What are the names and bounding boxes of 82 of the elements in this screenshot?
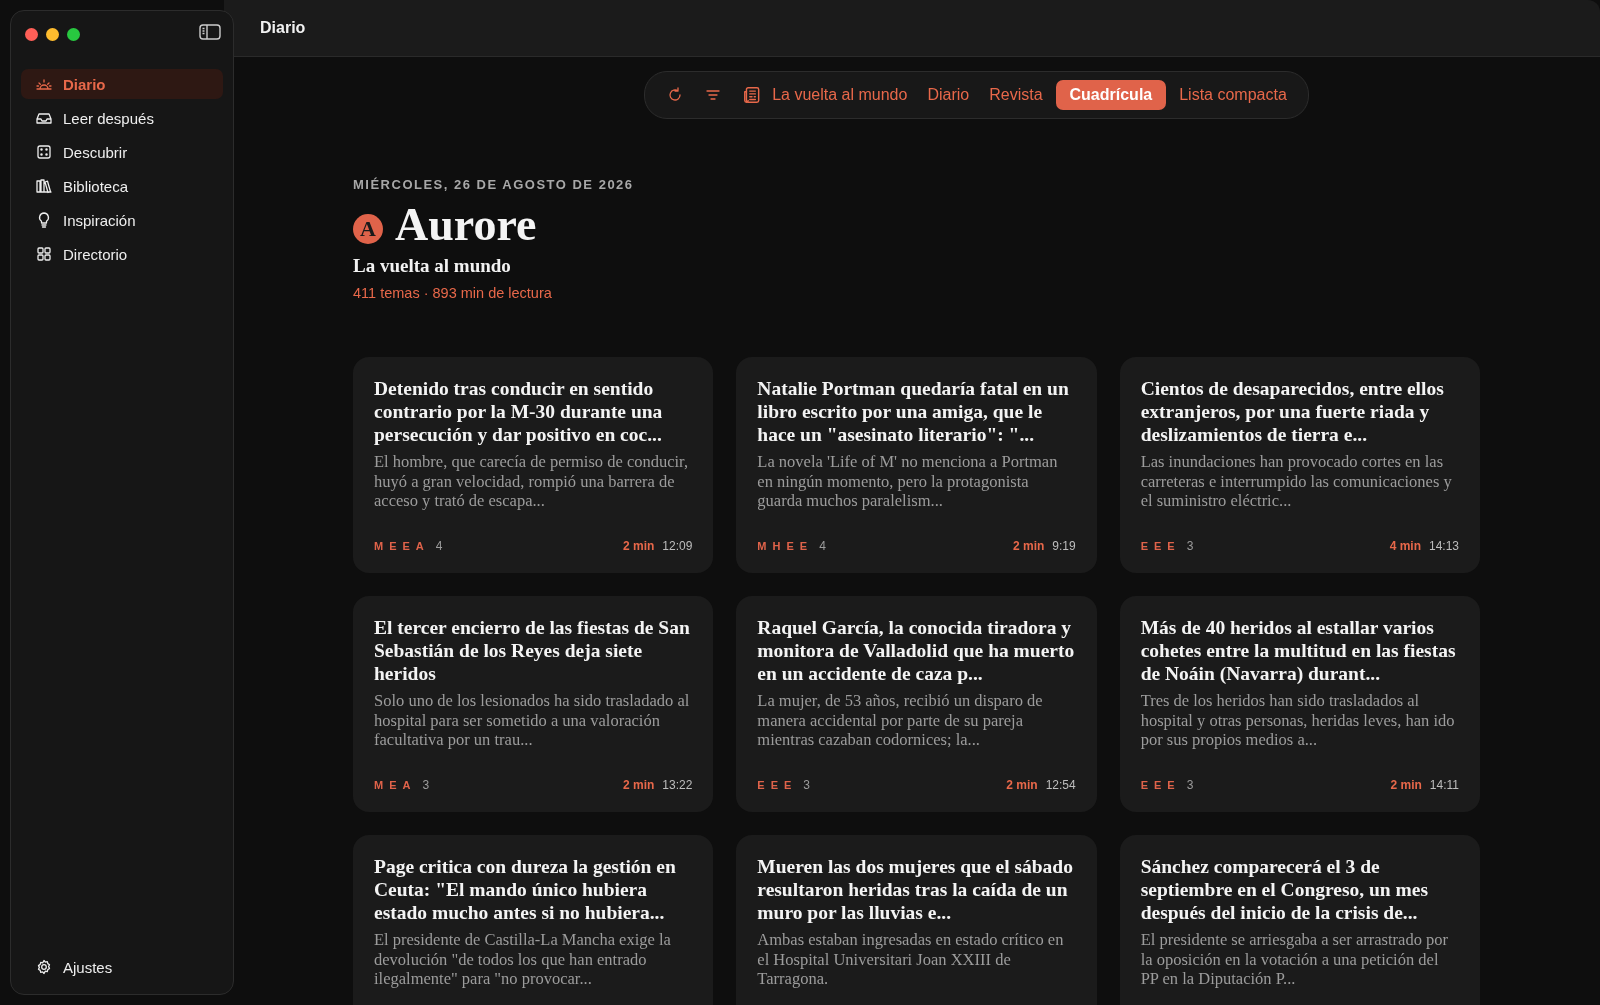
sidebar-item[interactable]: Diario (21, 69, 223, 99)
source-initial: E (799, 540, 808, 552)
dice-icon (35, 143, 53, 161)
read-time: 2 min (622, 539, 655, 553)
source-initial: E (1167, 779, 1175, 791)
brand-logo: A (353, 213, 383, 244)
article-summary: El presidente se arriesgaba a ser arrastrado por la oposición en la votación a una petición del PP en la Diputación P... (1140, 930, 1450, 989)
article-title: Mueren las dos mujeres que el sábado resultaron heridas tras la caída de un muro por las lluvias e... (757, 855, 1074, 924)
sidebar-item[interactable]: Descubrir (21, 137, 223, 167)
article-title: Page critica con dureza la gestión en Ceuta: "El mando único hubiera estado mucho antes si no hubiera... (374, 855, 677, 924)
source-initial: E (757, 779, 765, 791)
source-initial: E (1167, 540, 1175, 552)
article-summary: El hombre, que carecía de permiso de conducir, huyó a gran velocidad, rompió una barrera de acceso y trató de escapa... (374, 452, 690, 511)
source-initial: E (1140, 779, 1148, 791)
read-time: 2 min (1012, 539, 1045, 553)
article-title: Cientos de desaparecidos, entre ellos extranjeros, por una fuerte riada y deslizamientos de tierra e... (1140, 377, 1445, 446)
minimize-button[interactable] (46, 27, 59, 41)
read-time: 2 min (1390, 778, 1422, 792)
read-time: 4 min (1389, 539, 1421, 553)
source-initial: E (402, 540, 410, 552)
read-time: 2 min (622, 778, 655, 792)
publish-time: 12:09 (662, 539, 693, 553)
source-initial: A (415, 540, 424, 552)
article-title: Sánchez comparecerá el 3 de septiembre en el Congreso, un mes después del inicio de la crisis de... (1140, 855, 1430, 924)
grid-icon (35, 245, 53, 263)
sidebar-item[interactable]: Biblioteca (21, 171, 223, 201)
source-count: 4 (435, 539, 443, 553)
article-title: Más de 40 heridos al estallar varios cohetes entre la multitud en las fiestas de Noáin (Navarra) durant... (1140, 616, 1457, 685)
source-count: 3 (1186, 539, 1194, 553)
source-initial: M (757, 540, 767, 552)
source-initial: E (1154, 540, 1162, 552)
sidebar-item[interactable]: Leer después (21, 103, 223, 133)
books-icon (35, 177, 53, 195)
view-tab[interactable]: Lista compacta (1172, 82, 1294, 108)
article-summary: Las inundaciones han provocado cortes en las carreteras e interrumpido las comunicaciones y el suministro eléctric... (1140, 452, 1453, 511)
source-initial: E (786, 540, 794, 552)
article-summary: Tres de los heridos han sido trasladados al hospital y otras personas, heridas leves, han ido por sus propios medios a... (1140, 691, 1456, 750)
sidebar-toggle-icon[interactable] (199, 23, 221, 41)
window-title: Diario (260, 19, 306, 37)
source-initial: E (1154, 779, 1162, 791)
source-count: 3 (422, 778, 430, 792)
article-summary: La mujer, de 53 años, recibió un disparo de manera accidental por parte de su pareja mientras cazaban codornices; la... (757, 691, 1044, 750)
publish-time: 14:11 (1429, 778, 1459, 792)
zoom-button[interactable] (67, 27, 80, 41)
view-tab[interactable]: Diario (920, 82, 977, 108)
publish-time: 9:19 (1052, 539, 1076, 553)
settings-icon (35, 958, 53, 976)
feed-button[interactable]: La vuelta al mundo (735, 81, 915, 109)
article-title: Detenido tras conducir en sentido contrario por la M-30 durante una persecución y dar positivo en coc... (374, 377, 664, 446)
settings-item[interactable]: Ajustes (21, 952, 127, 982)
source-initial: H (772, 540, 781, 552)
publish-time: 12:54 (1045, 778, 1076, 792)
source-initial: A (402, 779, 411, 791)
article-summary: Ambas estaban ingresadas en estado crítico en el Hospital Universitari Joan XXIII de Tarragona. (757, 930, 1065, 989)
view-tab[interactable]: Revista (982, 82, 1050, 108)
read-time: 2 min (1006, 778, 1038, 792)
source-count: 3 (1186, 778, 1194, 792)
source-count: 4 (819, 539, 826, 553)
article-title: El tercer encierro de las fiestas de San Sebastián de los Reyes deja siete heridos (374, 616, 691, 685)
publish-time: 13:22 (662, 778, 693, 792)
article-title: Natalie Portman quedaría fatal en un libro escrito por una amiga, que le hace un "asesinato literario": "... (757, 377, 1070, 446)
close-button[interactable] (25, 27, 38, 41)
source-initial: E (389, 540, 397, 552)
source-initial: E (389, 779, 397, 791)
date-label: MIÉRCOLES, 26 DE AGOSTO DE 2026 (353, 177, 635, 192)
sidebar-item[interactable]: Directorio (21, 239, 223, 269)
article-summary: El presidente de Castilla-La Mancha exige la devolución "de todos los que han entrado ilegalmente" para "no provocar... (374, 930, 672, 989)
article-summary: La novela 'Life of M' no menciona a Portman en ningún momento, pero la protagonista guarda muchos paralelism... (757, 452, 1059, 511)
feed-stats: 411 temas · 893 min de lectura (353, 285, 553, 301)
feed-title: La vuelta al mundo (353, 255, 512, 277)
article-card[interactable]: Mueren las dos mujeres que el sábado resultaron heridas tras la caída de un muro por las lluvias e... Ambas estaban ingresadas en estado crítico en el Hospital Universitari Joan XXIII de Tarragona. (736, 835, 1097, 1005)
source-initial: M (374, 540, 384, 552)
brand-title: Aurore (395, 198, 537, 251)
sidebar-item[interactable]: Inspiración (21, 205, 223, 235)
source-count: 3 (803, 778, 811, 792)
article-title: Raquel García, la conocida tiradora y monitora de Valladolid que ha muerto en un accidente de caza p... (757, 616, 1076, 685)
source-initial: E (784, 779, 792, 791)
publish-time: 14:13 (1428, 539, 1459, 553)
source-initial: E (1140, 540, 1148, 552)
article-summary: Solo uno de los lesionados ha sido trasladado al hospital para ser sometido a una valoración facultativa por un trau... (374, 691, 691, 750)
source-initial: M (374, 779, 384, 791)
source-initial: E (770, 779, 778, 791)
